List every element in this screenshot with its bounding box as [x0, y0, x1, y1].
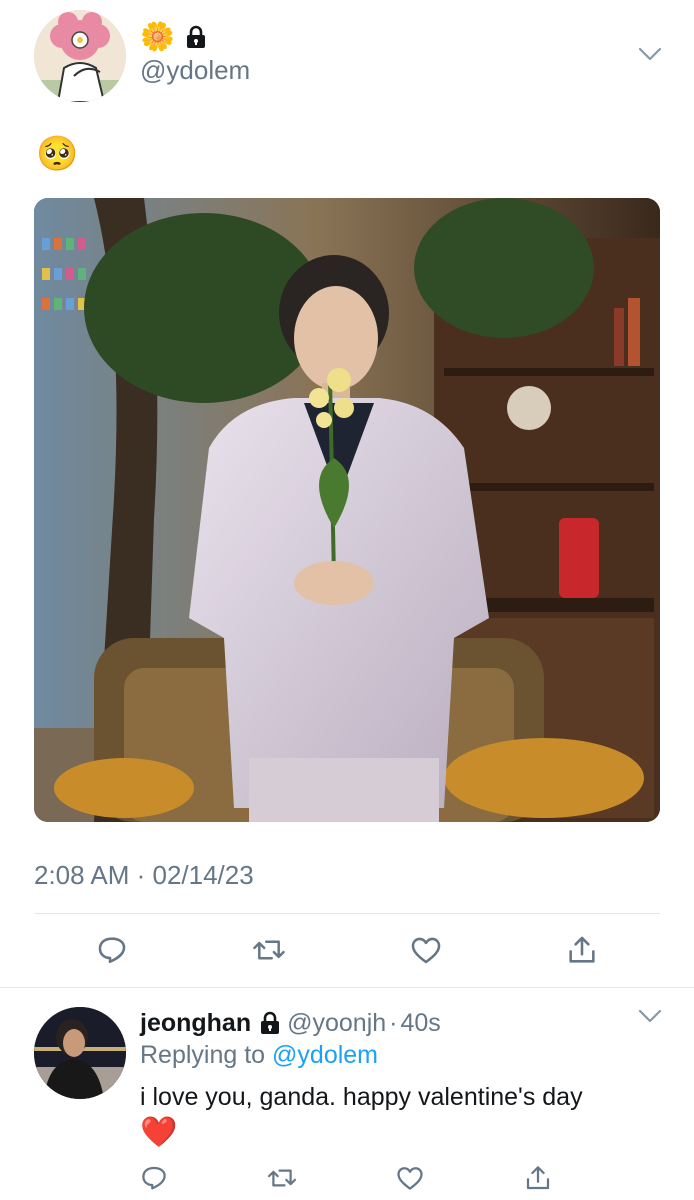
reply-age: 40s	[400, 1008, 441, 1037]
like-icon[interactable]	[406, 930, 446, 970]
reply-author-handle[interactable]: @yoonjh	[287, 1009, 386, 1038]
separator-dot: ·	[389, 1008, 398, 1037]
share-icon[interactable]	[520, 1160, 556, 1196]
reply-author-name[interactable]: jeonghan	[140, 1009, 251, 1038]
replying-to-label: Replying to	[140, 1041, 266, 1069]
like-icon[interactable]	[392, 1160, 428, 1196]
share-icon[interactable]	[562, 930, 602, 970]
lock-icon	[185, 25, 207, 49]
flower-emoji: 🌼	[140, 21, 175, 52]
lock-icon	[259, 1011, 281, 1035]
reply-icon[interactable]	[92, 930, 132, 970]
chevron-down-icon[interactable]	[636, 1006, 664, 1031]
author-handle[interactable]: @ydolem	[140, 55, 250, 86]
tweet-body-emoji: 🥺	[36, 135, 79, 173]
reply-avatar-illustration	[34, 1007, 126, 1099]
reply-header: jeonghan @yoonjh · 40s	[140, 1007, 441, 1039]
replying-to-handle[interactable]: @ydolem	[272, 1041, 378, 1069]
tweet-actions	[34, 930, 660, 970]
reply-actions	[136, 1160, 560, 1196]
reply-text: i love you, ganda. happy valentine's day	[140, 1083, 583, 1111]
tweet-photo[interactable]	[34, 198, 660, 822]
avatar-illustration	[34, 10, 126, 102]
author-avatar[interactable]	[34, 10, 126, 102]
reply-author-avatar[interactable]	[34, 1007, 126, 1099]
tweet-separator	[0, 987, 694, 988]
heart-emoji: ❤️	[140, 1116, 178, 1149]
reply-icon[interactable]	[136, 1160, 172, 1196]
photo-illustration	[34, 198, 660, 822]
author-meta-row: 🌼	[140, 22, 207, 52]
replying-to: Replying to @ydolem	[140, 1041, 378, 1070]
tweet-timestamp: 2:08 AM · 02/14/23	[34, 860, 254, 890]
chevron-down-icon[interactable]	[636, 44, 664, 69]
retweet-icon[interactable]	[249, 930, 289, 970]
divider	[34, 913, 660, 914]
retweet-icon[interactable]	[264, 1160, 300, 1196]
